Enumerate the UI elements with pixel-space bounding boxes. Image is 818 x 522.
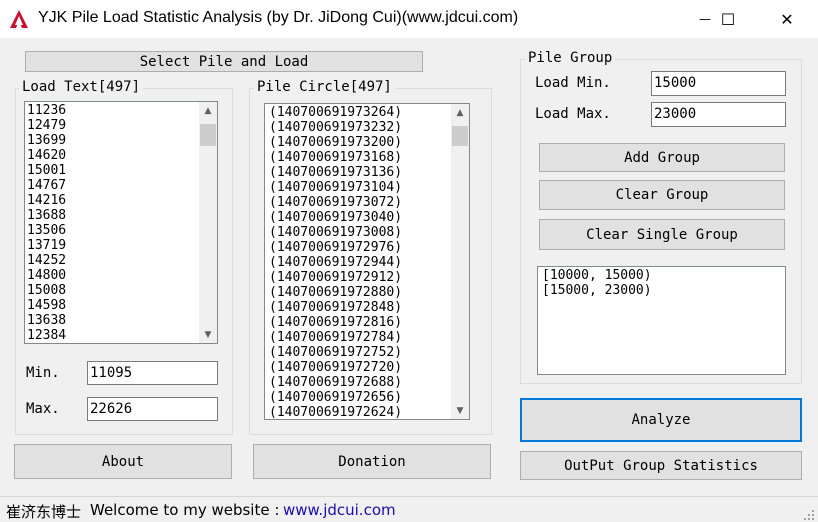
list-item[interactable]: 13688 — [27, 208, 66, 223]
min-label: Min. — [26, 365, 60, 381]
analyze-button[interactable]: Analyze — [520, 398, 802, 442]
clear-single-group-label: Clear Single Group — [586, 226, 738, 243]
maximize-icon: ☐ — [720, 9, 736, 29]
load-min-label: Load Min. — [535, 75, 611, 91]
load-text-scrollbar[interactable]: ▲ ▼ — [199, 102, 217, 343]
resize-grip-icon[interactable] — [803, 509, 815, 521]
maximize-button[interactable]: ☐ — [705, 0, 751, 38]
window-title: YJK Pile Load Statistic Analysis (by Dr.… — [38, 9, 519, 26]
select-pile-load-button[interactable]: Select Pile and Load — [25, 51, 423, 72]
pile-group-legend: Pile Group — [525, 50, 616, 66]
list-item[interactable]: 15008 — [27, 283, 66, 298]
chevron-down-icon[interactable]: ▼ — [451, 402, 469, 419]
load-text-list[interactable]: 11236 12479 13699 14620 15001 14767 1421… — [24, 101, 218, 344]
list-item[interactable]: (140700691972912) — [269, 270, 402, 285]
max-value-field[interactable]: 22626 — [87, 397, 218, 421]
list-item[interactable]: (140700691973072) — [269, 195, 402, 210]
list-item[interactable]: 14620 — [27, 148, 66, 163]
about-label: About — [101, 453, 145, 470]
list-item[interactable]: [10000, 15000) — [542, 268, 652, 283]
pile-circle-legend: Pile Circle[497] — [254, 79, 395, 95]
status-bar: 崔济东博士 Welcome to my website : www.jdcui.… — [0, 496, 818, 522]
chevron-down-icon[interactable]: ▼ — [199, 326, 217, 343]
list-item[interactable]: (140700691972688) — [269, 375, 402, 390]
close-button[interactable]: ✕ — [764, 0, 810, 38]
group-list[interactable]: [10000, 15000) [15000, 23000) — [537, 266, 786, 375]
list-item[interactable]: (140700691972976) — [269, 240, 402, 255]
list-item[interactable]: (140700691973200) — [269, 135, 402, 150]
list-item[interactable]: 13699 — [27, 133, 66, 148]
list-item[interactable]: (140700691972816) — [269, 315, 402, 330]
donation-button[interactable]: Donation — [253, 444, 491, 479]
output-group-statistics-label: OutPut Group Statistics — [564, 457, 758, 474]
max-label: Max. — [26, 401, 60, 417]
list-item[interactable]: (140700691972720) — [269, 360, 402, 375]
list-item[interactable]: 15001 — [27, 163, 66, 178]
list-item[interactable]: 13719 — [27, 238, 66, 253]
list-item[interactable]: (140700691973264) — [269, 105, 402, 120]
add-group-button[interactable]: Add Group — [539, 143, 785, 172]
close-icon: ✕ — [780, 9, 794, 29]
list-item[interactable]: 12384 — [27, 328, 66, 343]
clear-group-label: Clear Group — [615, 187, 709, 203]
list-item[interactable]: 14216 — [27, 193, 66, 208]
pile-circle-scrollbar[interactable]: ▲ ▼ — [451, 104, 469, 419]
list-item[interactable]: 14598 — [27, 298, 66, 313]
load-min-field[interactable]: 15000 — [651, 71, 786, 96]
list-item[interactable]: (140700691972784) — [269, 330, 402, 345]
clear-single-group-button[interactable]: Clear Single Group — [539, 219, 785, 250]
list-item[interactable]: (140700691973136) — [269, 165, 402, 180]
list-item[interactable]: (140700691973232) — [269, 120, 402, 135]
scroll-thumb[interactable] — [200, 124, 216, 146]
list-item[interactable]: 14800 — [27, 268, 66, 283]
select-pile-load-label: Select Pile and Load — [139, 53, 309, 70]
list-item[interactable]: 12479 — [27, 118, 66, 133]
status-welcome: Welcome to my website : — [90, 501, 280, 519]
list-item[interactable]: (140700691973168) — [269, 150, 402, 165]
add-group-label: Add Group — [624, 149, 700, 166]
pile-circle-list[interactable]: (140700691973264) (140700691973232) (140… — [264, 103, 470, 420]
title-bar: YJK Pile Load Statistic Analysis (by Dr.… — [0, 0, 818, 38]
clear-group-button[interactable]: Clear Group — [539, 180, 785, 210]
list-item[interactable]: (140700691972752) — [269, 345, 402, 360]
list-item[interactable]: (140700691973008) — [269, 225, 402, 240]
chevron-up-icon[interactable]: ▲ — [199, 102, 217, 119]
list-item[interactable]: (140700691972944) — [269, 255, 402, 270]
list-item[interactable]: [15000, 23000) — [542, 283, 652, 298]
pile-circle-items: (140700691973264) (140700691973232) (140… — [269, 105, 402, 419]
list-item[interactable]: (140700691973040) — [269, 210, 402, 225]
list-item[interactable]: 14252 — [27, 253, 66, 268]
analyze-label: Analyze — [631, 412, 691, 428]
list-item[interactable]: (140700691972624) — [269, 405, 402, 419]
scroll-thumb[interactable] — [452, 126, 468, 146]
app-icon — [10, 10, 28, 28]
group-items: [10000, 15000) [15000, 23000) — [542, 268, 652, 298]
list-item[interactable]: 14767 — [27, 178, 66, 193]
about-button[interactable]: About — [14, 444, 232, 479]
status-author: 崔济东博士 — [6, 503, 82, 521]
load-text-items: 11236 12479 13699 14620 15001 14767 1421… — [27, 103, 66, 343]
list-item[interactable]: 13638 — [27, 313, 66, 328]
list-item[interactable]: (140700691972880) — [269, 285, 402, 300]
list-item[interactable]: (140700691972656) — [269, 390, 402, 405]
donation-label: Donation — [338, 453, 406, 470]
website-link[interactable]: www.jdcui.com — [283, 501, 396, 519]
list-item[interactable]: (140700691972848) — [269, 300, 402, 315]
min-value-field[interactable]: 11095 — [87, 361, 218, 385]
list-item[interactable]: 11236 — [27, 103, 66, 118]
list-item[interactable]: 13506 — [27, 223, 66, 238]
load-max-field[interactable]: 23000 — [651, 102, 786, 127]
load-text-legend: Load Text[497] — [19, 79, 144, 95]
output-group-statistics-button[interactable]: OutPut Group Statistics — [520, 451, 802, 480]
load-max-label: Load Max. — [535, 106, 611, 122]
chevron-up-icon[interactable]: ▲ — [451, 104, 469, 121]
list-item[interactable]: (140700691973104) — [269, 180, 402, 195]
